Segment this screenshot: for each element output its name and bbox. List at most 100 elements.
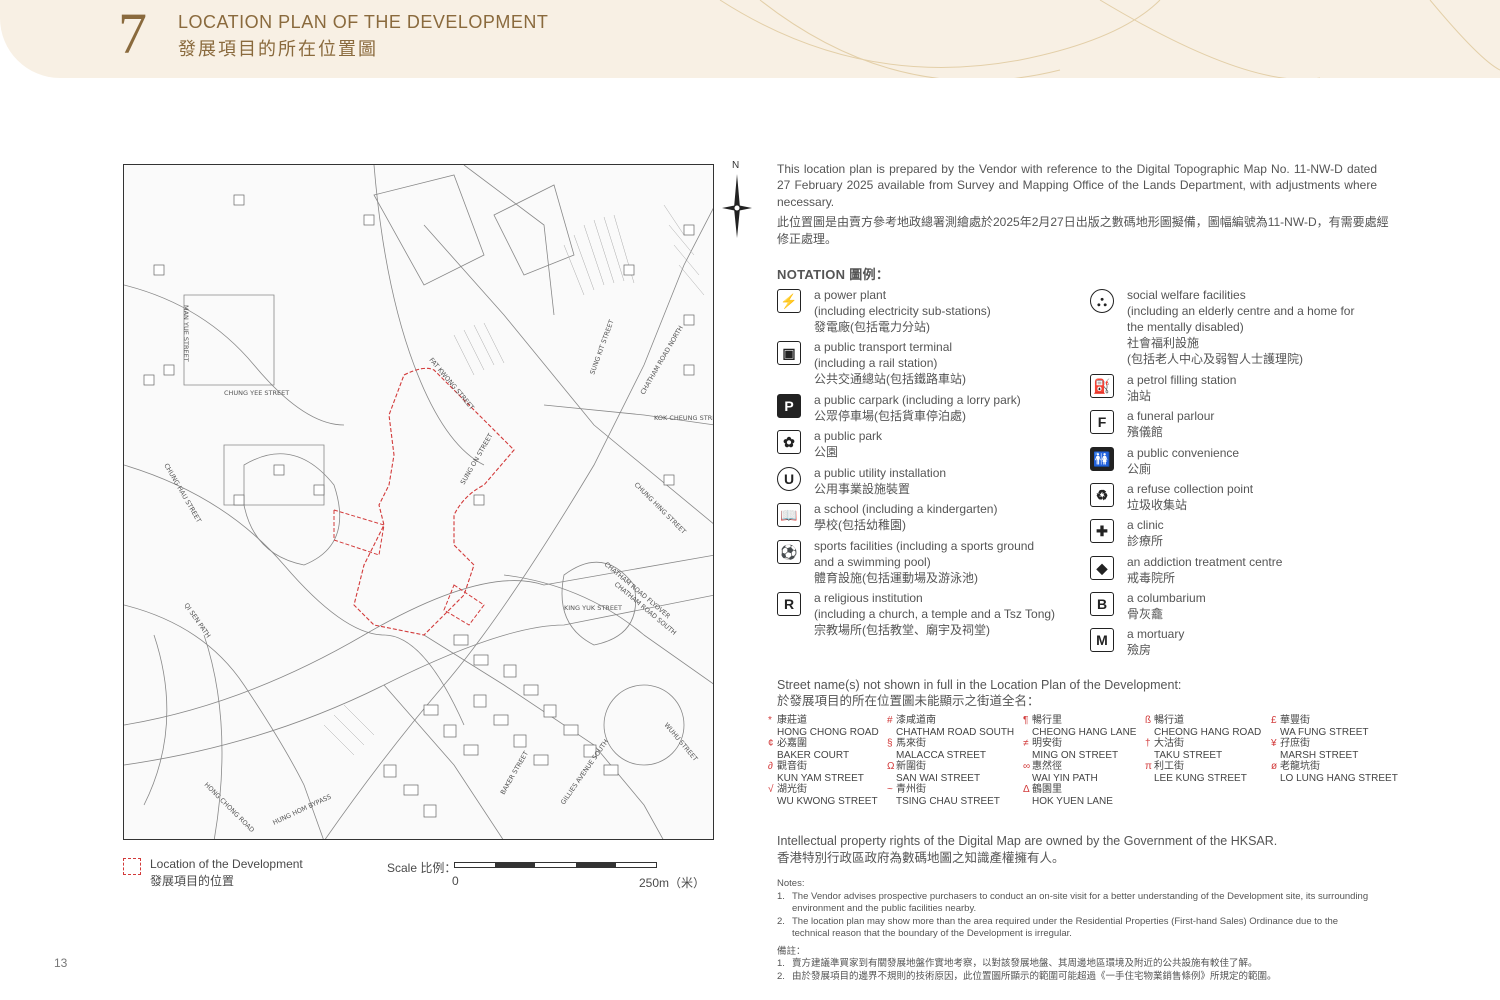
streets-title: Street name(s) not shown in full in the …	[777, 677, 1181, 709]
street-name-zh: 明安街	[1032, 738, 1062, 749]
legend-item-text: 宗教場所(包括教堂、廟宇及祠堂)	[814, 623, 990, 637]
street-entry: Ω 新圍街 SAN WAI STREET	[887, 761, 981, 784]
map-street-label: SUNG ON STREET	[459, 432, 495, 486]
street-name-en: LO LUNG HANG STREET	[1280, 772, 1398, 784]
north-label: N	[732, 160, 740, 171]
ip-note-zh: 香港特別行政區政府為數碼地圖之知識產權擁有人。	[777, 851, 1065, 865]
street-name-zh: 新圍街	[896, 761, 926, 772]
sports-facilities-icon: ⚽	[777, 540, 801, 564]
street-entry: ∞ 惠然徑 WAI YIN PATH	[1023, 761, 1098, 784]
street-symbol: ø	[1271, 761, 1278, 772]
public-park-icon: ✿	[777, 430, 801, 454]
legend-item-text: (including a rail station)	[814, 356, 938, 370]
legend-item-text: 診療所	[1127, 534, 1164, 548]
public-convenience-icon: 🚻	[1090, 447, 1114, 471]
legend-item-text: a public utility installation	[814, 466, 947, 480]
map-street-label: HUNG HOM BYPASS	[271, 793, 332, 827]
street-symbol: *	[768, 715, 772, 726]
legend-item-text: a public park	[814, 429, 883, 443]
page-number: 13	[54, 956, 68, 970]
scale-start: 0	[452, 874, 459, 888]
street-symbol: ¥	[1271, 738, 1277, 749]
street-entry: ß 暢行道 CHEONG HANG ROAD	[1145, 715, 1262, 738]
legend-location-label-en: Location of the Development	[150, 857, 303, 871]
legend-item-text: 公園	[814, 445, 839, 459]
intro-text-zh: 此位置圖是由賣方參考地政總署測繪處於2025年2月27日出版之數碼地形圖擬備，圖…	[777, 215, 1389, 246]
ip-note: Intellectual property rights of the Digi…	[777, 833, 1277, 867]
legend-item-text: a public carpark (including a lorry park…	[814, 393, 1021, 407]
street-name-zh: 必嘉圍	[777, 738, 807, 749]
street-entry: ~ 青州街 TSING CHAU STREET	[887, 784, 1000, 807]
street-entry: § 馬來街 MALACCA STREET	[887, 738, 986, 761]
location-map[interactable]: FAT KWONG STREET CHUNG HAU STREET CHUNG …	[123, 164, 714, 840]
street-name-en: TAKU STREET	[1154, 749, 1223, 761]
north-arrow-icon: N	[718, 160, 756, 238]
addiction-treatment-icon: ◆	[1090, 556, 1114, 580]
street-name-en: CHATHAM ROAD SOUTH	[896, 726, 1015, 738]
legend-item-text: and a swimming pool)	[814, 555, 931, 569]
ip-note-en: Intellectual property rights of the Digi…	[777, 834, 1278, 848]
street-symbol: Ω	[887, 761, 895, 772]
page-title-zh: 發展項目的所在位置圖	[178, 39, 378, 59]
legend-item-text: a petrol filling station	[1127, 373, 1237, 387]
legend-item-text: 公眾停車場(包括貨車停泊處)	[814, 409, 966, 423]
street-name-zh: 華豐街	[1280, 715, 1310, 726]
notes-title-zh: 備註：	[777, 945, 806, 957]
legend-item-text: 學校(包括幼稚園)	[814, 518, 906, 532]
note-item-zh: 2. 由於發展項目的邊界不規則的技術原因，此位置圖所顯示的範圍可能超過《一手住宅物…	[777, 970, 1277, 982]
street-entry: ¥ 孖庶街 MARSH STREET	[1271, 738, 1358, 761]
street-name-zh: 老龍坑街	[1280, 761, 1320, 772]
chapter-number: 7	[118, 1, 147, 66]
street-name-zh: 青州街	[896, 784, 926, 795]
legend-item-text: a mortuary	[1127, 627, 1185, 641]
street-symbol: √	[768, 784, 774, 795]
street-name-en: HONG CHONG ROAD	[777, 726, 879, 738]
street-entry: ø 老龍坑街 LO LUNG HANG STREET	[1271, 761, 1398, 784]
street-symbol: ~	[887, 784, 893, 795]
street-name-en: CHEONG HANG LANE	[1032, 726, 1137, 738]
funeral-parlour-icon: F	[1090, 410, 1114, 434]
street-name-en: HOK YUEN LANE	[1032, 795, 1113, 807]
street-entry: # 漆咸道南 CHATHAM ROAD SOUTH	[887, 715, 1015, 738]
legend-item-text: a power plant	[814, 288, 887, 302]
street-symbol: £	[1271, 715, 1277, 726]
page-header-band: 7 LOCATION PLAN OF THE DEVELOPMENT 發展項目的…	[0, 0, 1500, 78]
street-name-en: WA FUNG STREET	[1280, 726, 1369, 738]
mortuary-icon: M	[1090, 628, 1114, 652]
legend-item-text: sports facilities (including a sports gr…	[814, 539, 1035, 553]
legend-item-text: 戒毒院所	[1127, 571, 1176, 585]
map-street-label: CHUNG HAU STREET	[162, 462, 202, 524]
street-name-zh: 康莊道	[777, 715, 807, 726]
street-name-en: CHEONG HANG ROAD	[1154, 726, 1262, 738]
legend-item-text: a refuse collection point	[1127, 482, 1254, 496]
map-drawing: FAT KWONG STREET CHUNG HAU STREET CHUNG …	[124, 165, 713, 839]
streets-title-en: Street name(s) not shown in full in the …	[777, 678, 1182, 692]
street-name-en: SAN WAI STREET	[896, 772, 981, 784]
intro-text-en: This location plan is prepared by the Ve…	[777, 162, 1377, 209]
street-name-en: MING ON STREET	[1032, 749, 1119, 761]
street-name-zh: 惠然徑	[1032, 761, 1062, 772]
scale-end: 250m（米）	[639, 876, 706, 890]
street-symbol: #	[887, 715, 893, 726]
legend-item-text: a columbarium	[1127, 591, 1206, 605]
street-symbol: ß	[1145, 715, 1152, 726]
legend-item-text: social welfare facilities	[1127, 288, 1246, 302]
power-plant-icon: ⚡	[777, 289, 801, 313]
page-title-en: LOCATION PLAN OF THE DEVELOPMENT	[178, 12, 549, 32]
street-symbol: ∞	[1023, 761, 1031, 772]
note-item: 1. The Vendor advises prospective purchas…	[777, 890, 1369, 915]
legend-item-text: 發電廠(包括電力分站)	[814, 320, 930, 334]
legend-item-text: 公共交通總站(包括鐵路車站)	[814, 372, 966, 386]
columbarium-icon: B	[1090, 592, 1114, 616]
street-name-zh: 馬來街	[896, 738, 926, 749]
legend-item-text: (包括老人中心及弱智人士護理院)	[1127, 352, 1303, 366]
legend-item-text: a school (including a kindergarten)	[814, 502, 998, 516]
street-name-zh: 利工街	[1154, 761, 1184, 772]
legend-item-text: 體育設施(包括運動場及游泳池)	[814, 571, 978, 585]
legend-item-text: 油站	[1127, 389, 1152, 403]
map-street-label: QI SEN PATH	[182, 602, 212, 640]
street-entry: ∂ 觀音街 KUN YAM STREET	[768, 761, 864, 784]
legend-item-text: 公廁	[1127, 462, 1152, 476]
street-entry: £ 華豐街 WA FUNG STREET	[1271, 715, 1369, 738]
street-name-zh: 暢行道	[1154, 715, 1184, 726]
